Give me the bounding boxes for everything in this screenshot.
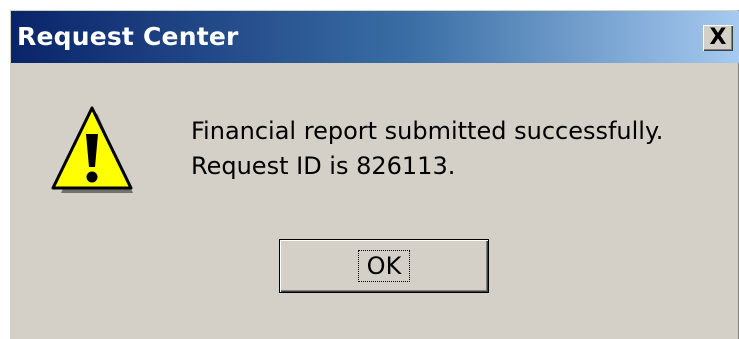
close-icon: X <box>709 25 727 50</box>
message-line-1: Financial report submitted successfully. <box>191 117 664 145</box>
message-line-2: Request ID is 826113. <box>191 152 456 180</box>
title-bar[interactable]: Request Center X <box>11 11 739 63</box>
warning-icon <box>51 106 133 193</box>
close-button[interactable]: X <box>703 25 733 51</box>
ok-button-label: OK <box>357 249 412 283</box>
ok-button[interactable]: OK <box>279 239 489 293</box>
window-title: Request Center <box>17 22 239 51</box>
message-text: Financial report submitted successfully.… <box>191 114 663 184</box>
message-dialog: Request Center X Financial report submit… <box>9 9 739 339</box>
